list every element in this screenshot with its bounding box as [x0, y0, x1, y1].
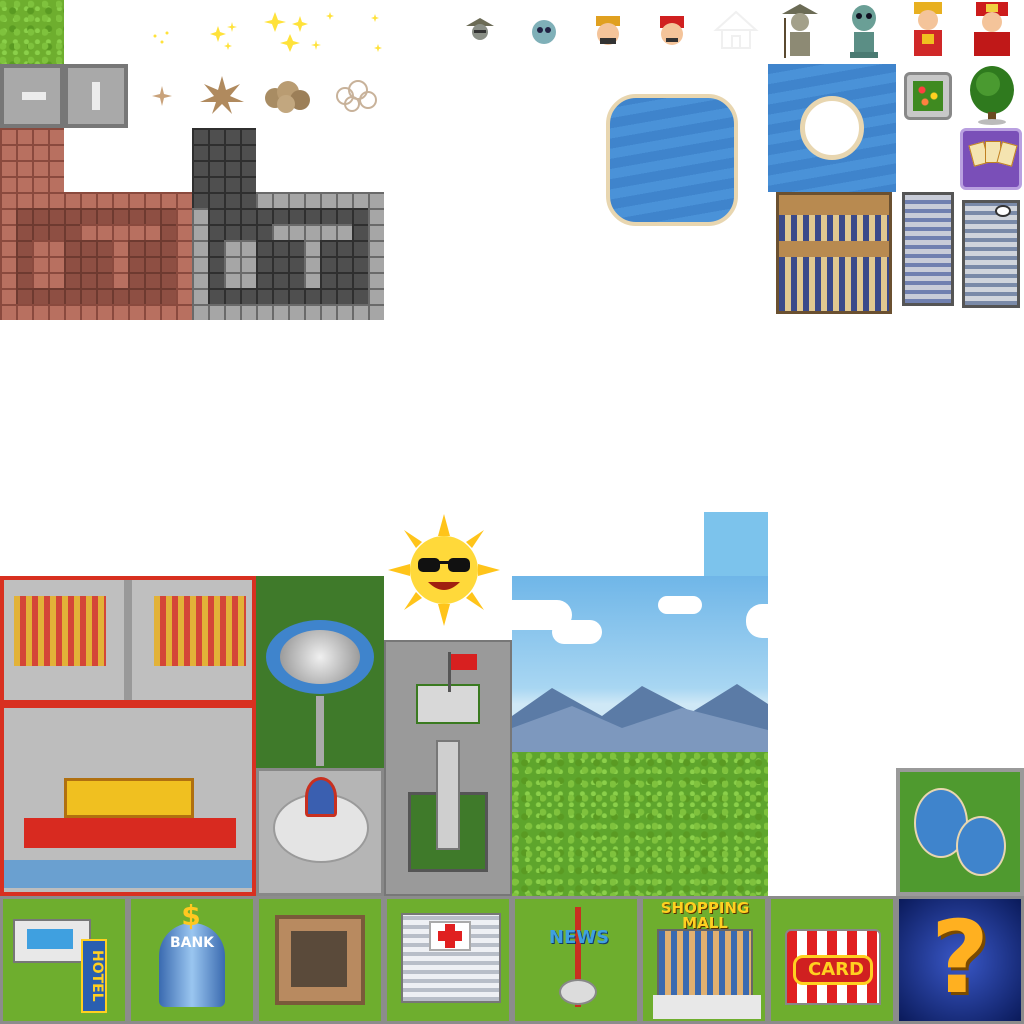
- chance-question-mark: ?: [930, 899, 989, 1016]
- tree-icon: [970, 66, 1014, 125]
- bank-dollar-sign: $: [181, 899, 201, 932]
- hat-man-large-icon: [782, 4, 818, 58]
- shopping-mall-sign: SHOPPING MALL: [660, 899, 750, 932]
- card-shop-icon: [960, 128, 1022, 190]
- sun-with-sunglasses-icon: [388, 514, 500, 626]
- hat-man-small-icon: [466, 18, 494, 40]
- news-tower-tile: NEWS: [512, 896, 640, 1024]
- sparkle-large-icon: [264, 12, 321, 52]
- road-tile-vertical: [64, 64, 128, 128]
- explosion-smoke-icon: [265, 81, 310, 113]
- god-of-wealth-large-icon: [914, 2, 942, 56]
- shopping-mall-tile: SHOPPING MALL: [640, 896, 768, 1024]
- brick-wall-red: [0, 192, 192, 320]
- tiananmen-gate-tile: [0, 704, 256, 896]
- explosion-burst-icon: [200, 76, 244, 114]
- brick-wall-grey: [192, 192, 384, 320]
- landscape-background: [512, 576, 768, 896]
- sparkle-small-icon: [153, 31, 169, 44]
- explosion-puff-icon: [336, 80, 377, 112]
- birds-nest-stadium-tile: [256, 576, 384, 768]
- brick-wall-red-top: [0, 128, 64, 192]
- water-pond-rounded: [606, 94, 738, 226]
- monument-square-tile: [384, 640, 512, 896]
- sky-strip: [704, 512, 768, 576]
- character-sprites: [466, 2, 1010, 58]
- palace-gardens-tile: [0, 576, 256, 704]
- office-tower-grey: [902, 192, 954, 306]
- explosion-spark-icon: [152, 86, 172, 106]
- water-tile-with-island-hole: [768, 64, 896, 192]
- park-lake-tile: [896, 768, 1024, 896]
- card-shop-tile: CARD: [768, 896, 896, 1024]
- red-hat-man-large-icon: [974, 2, 1010, 56]
- red-hat-man-small-icon: [660, 16, 684, 45]
- alien-small-icon: [532, 20, 556, 44]
- hotel-sign: HOTEL: [81, 939, 107, 1013]
- explosion-frames: [152, 76, 377, 114]
- card-sign: CARD: [808, 959, 864, 980]
- hotel-tile: HOTEL: [0, 896, 128, 1024]
- sparkle-medium-icon: [210, 22, 237, 50]
- grass-tile: [0, 0, 64, 64]
- sparkle-fading-icon: [326, 12, 382, 52]
- news-sign: NEWS: [548, 927, 610, 948]
- alien-large-icon: [850, 5, 878, 58]
- office-tower-dish: [962, 200, 1020, 308]
- temple-of-heaven-tile: [256, 768, 384, 896]
- apartment-building-brown: [776, 192, 892, 314]
- hospital-tile: [384, 896, 512, 1024]
- house-outline-icon: [713, 10, 759, 49]
- bank-sign: BANK: [169, 935, 215, 951]
- sparkle-frames: [153, 12, 382, 52]
- god-of-wealth-small-icon: [596, 16, 620, 45]
- road-tile-horizontal: [0, 64, 64, 128]
- construction-site-tile: [256, 896, 384, 1024]
- garden-bed-icon: [904, 72, 952, 120]
- chance-tile: ?: [896, 896, 1024, 1024]
- bank-tile: $ BANK: [128, 896, 256, 1024]
- brick-wall-grey-top: [192, 128, 256, 192]
